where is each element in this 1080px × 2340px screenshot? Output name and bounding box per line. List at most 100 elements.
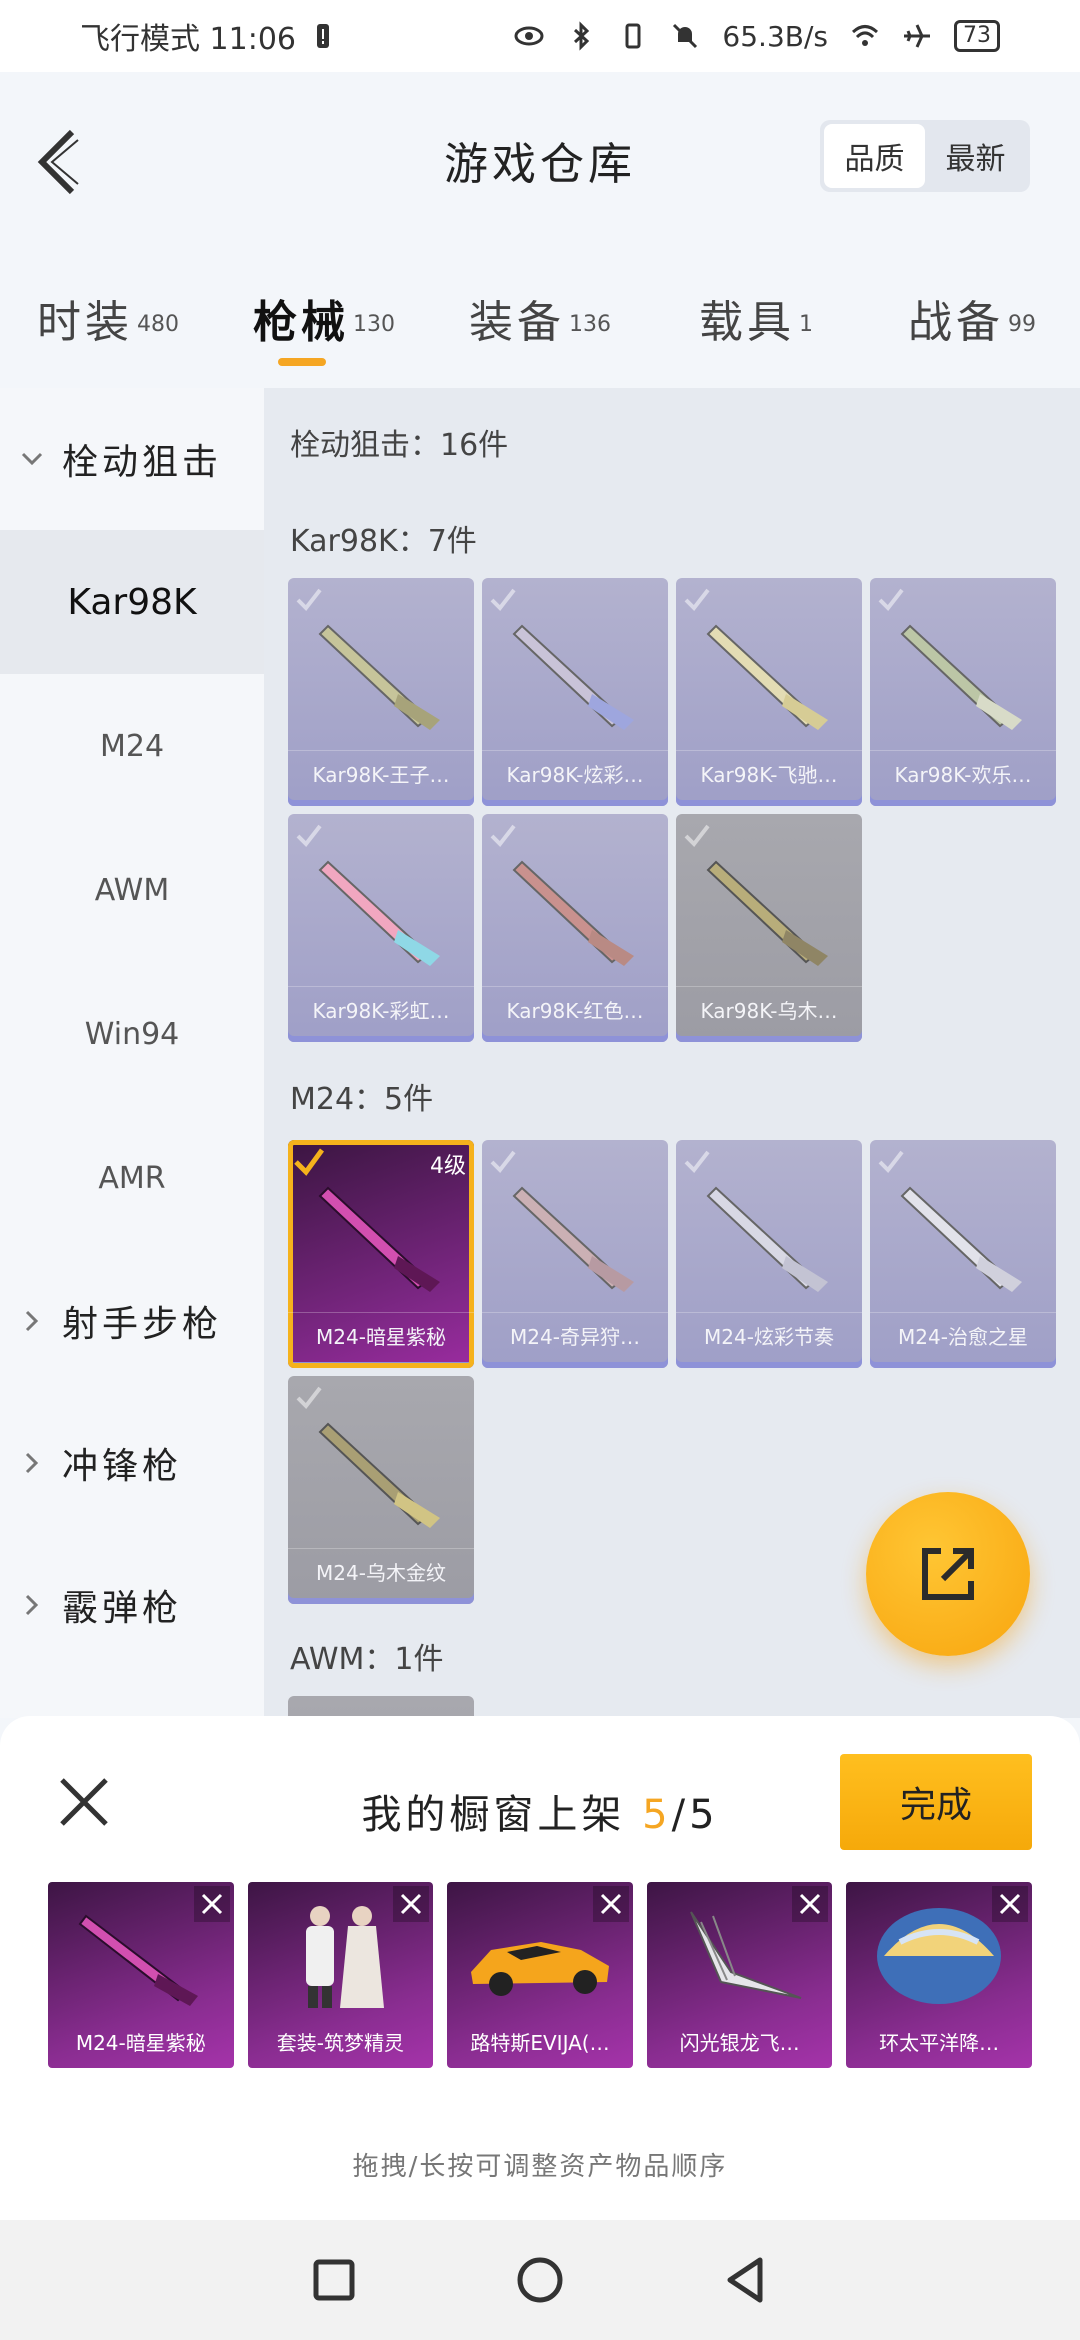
rifle-image (706, 624, 828, 730)
weapon-category-nav: 栓动狙击 Kar98K M24 AWM Win94 AMR 射手步枪 冲锋枪 霰… (0, 388, 264, 1718)
airplane-icon (904, 24, 930, 48)
header: 游戏仓库 品质 最新 (0, 72, 1080, 242)
nav-group-label: 冲锋枪 (62, 1446, 183, 1487)
nav-group-smg[interactable]: 冲锋枪 (0, 1392, 264, 1534)
nav-group-shotgun[interactable]: 霰弹枪 (0, 1534, 264, 1676)
nav-item-kar98k[interactable]: Kar98K (0, 530, 264, 674)
showcase-item[interactable]: 路特斯EVIJA(… (447, 1882, 633, 2068)
weapon-card-label: Kar98K-乌木… (676, 986, 862, 1034)
showcase-item-label: M24-暗星紫秘 (75, 2031, 206, 2055)
showcase-count-current: 5 (642, 1792, 672, 1838)
rifle-image (318, 1422, 440, 1528)
tab-count: 136 (569, 311, 611, 337)
nav-item-awm[interactable]: AWM (0, 818, 264, 962)
nav-item-m24[interactable]: M24 (0, 674, 264, 818)
tab-guns[interactable]: 枪械 130 (216, 270, 432, 370)
weapon-card-label: M24-炫彩节奏 (676, 1312, 862, 1360)
showcase-item-label: 环太平洋降… (879, 2031, 1000, 2055)
rifle-image (318, 860, 440, 966)
tab-label: 时装 (37, 297, 133, 348)
weapon-card[interactable]: Kar98K-飞驰… (676, 578, 862, 806)
nav-item-win94[interactable]: Win94 (0, 962, 264, 1106)
weapon-card[interactable]: Kar98K-红色… (482, 814, 668, 1042)
category-tabs: 时装 480 枪械 130 装备 136 载具 1 战备 99 (0, 270, 1080, 370)
weapon-card[interactable]: M24-乌木金纹 (288, 1376, 474, 1604)
weapon-card[interactable]: Kar98K-炫彩… (482, 578, 668, 806)
weapon-card[interactable]: Kar98K-彩虹… (288, 814, 474, 1042)
weapon-card-label: Kar98K-飞驰… (676, 750, 862, 798)
tab-equipment[interactable]: 装备 136 (432, 270, 648, 370)
weapon-card-label: Kar98K-炫彩… (482, 750, 668, 798)
nav-group-bolt-sniper[interactable]: 栓动狙击 (0, 388, 264, 530)
nav-item-amr[interactable]: AMR (0, 1106, 264, 1250)
rifle-image (706, 860, 828, 966)
section-title-kar98k: Kar98K：7件 (290, 524, 477, 559)
chevron-right-icon (25, 1452, 39, 1474)
tab-fashion[interactable]: 时装 480 (0, 270, 216, 370)
nav-group-label: 霰弹枪 (62, 1588, 183, 1629)
showcase-sheet: 我的橱窗上架 5/5 完成 M24-暗星紫秘 套装-筑梦精灵 路特斯EVIJA(… (0, 1716, 1080, 2220)
tab-vehicles[interactable]: 载具 1 (648, 270, 864, 370)
status-time: 飞行模式 11:06 (80, 22, 296, 57)
sort-quality[interactable]: 品质 (824, 124, 925, 188)
sheet-title-text: 我的橱窗上架 (361, 1792, 626, 1838)
weapon-card-selected[interactable]: 4级 M24-暗星紫秘 (288, 1140, 474, 1368)
chevron-right-icon (25, 1594, 39, 1616)
weapon-card[interactable]: M24-奇异狩… (482, 1140, 668, 1368)
outfit-image (305, 1906, 384, 2008)
weapon-card[interactable]: Kar98K-乌木… (676, 814, 862, 1042)
mute-bell-icon (673, 23, 698, 49)
weapon-card[interactable]: Kar98K-欢乐… (870, 578, 1056, 806)
showcase-item[interactable]: M24-暗星紫秘 (48, 1882, 234, 2068)
rifle-image (512, 624, 634, 730)
done-button[interactable]: 完成 (840, 1754, 1032, 1850)
rifle-image (78, 1914, 198, 2006)
nav-group-label: 射手步枪 (62, 1304, 223, 1345)
recents-icon[interactable] (306, 2252, 362, 2308)
share-fab[interactable] (866, 1492, 1030, 1656)
tab-count: 99 (1008, 311, 1036, 337)
tab-label: 载具 (699, 297, 795, 348)
showcase-item[interactable]: 闪光银龙飞… (646, 1882, 833, 2068)
sort-newest[interactable]: 最新 (925, 124, 1026, 188)
showcase-item[interactable]: 套装-筑梦精灵 (247, 1882, 434, 2068)
showcase-count-total: /5 (671, 1792, 719, 1838)
rifle-image (706, 1186, 828, 1292)
sort-toggle[interactable]: 品质 最新 (820, 120, 1030, 192)
chevron-right-icon (25, 1310, 39, 1332)
weapon-card[interactable]: M24-炫彩节奏 (676, 1140, 862, 1368)
weapon-card-label: M24-治愈之星 (870, 1312, 1056, 1360)
tab-label: 战备 (908, 297, 1004, 348)
section-title-awm: AWM：1件 (290, 1642, 444, 1677)
rifle-image (512, 860, 634, 966)
showcase-item[interactable]: 环太平洋降… (846, 1882, 1032, 2068)
rifle-image (318, 1186, 440, 1292)
category-title: 栓动狙击：16件 (290, 428, 509, 463)
home-icon[interactable] (512, 2252, 568, 2308)
weapon-card-label: Kar98K-彩虹… (288, 986, 474, 1034)
tab-active-indicator (278, 358, 326, 366)
tab-count: 1 (799, 311, 813, 337)
tab-count: 480 (137, 311, 179, 337)
weapon-card[interactable] (288, 1696, 474, 1718)
rifle-image (512, 1186, 634, 1292)
chevron-down-icon (21, 452, 43, 466)
weapon-card-label: M24-乌木金纹 (288, 1548, 474, 1596)
nav-group-marksman[interactable]: 射手步枪 (0, 1250, 264, 1392)
car-image (471, 1942, 610, 1996)
reorder-hint: 拖拽/长按可调整资产物品顺序 (352, 2152, 728, 2182)
back-icon[interactable] (718, 2252, 774, 2308)
battery-indicator: 73 (954, 20, 1000, 52)
nav-group-label: 栓动狙击 (62, 442, 223, 483)
showcase-shelf: M24-暗星紫秘 套装-筑梦精灵 路特斯EVIJA(… 闪光银龙飞… 环太平洋降… (48, 1882, 1032, 2068)
showcase-item-label: 路特斯EVIJA(… (470, 2031, 610, 2055)
weapon-card-label: M24-奇异狩… (482, 1312, 668, 1360)
weapon-card[interactable]: Kar98K-王子… (288, 578, 474, 806)
system-nav-bar (0, 2220, 1080, 2340)
weapon-card[interactable]: M24-治愈之星 (870, 1140, 1056, 1368)
rifle-image (318, 624, 440, 730)
eye-icon (514, 26, 544, 46)
vibrate-icon (625, 23, 641, 49)
tab-supplies[interactable]: 战备 99 (864, 270, 1080, 370)
weapon-card-label: Kar98K-欢乐… (870, 750, 1056, 798)
